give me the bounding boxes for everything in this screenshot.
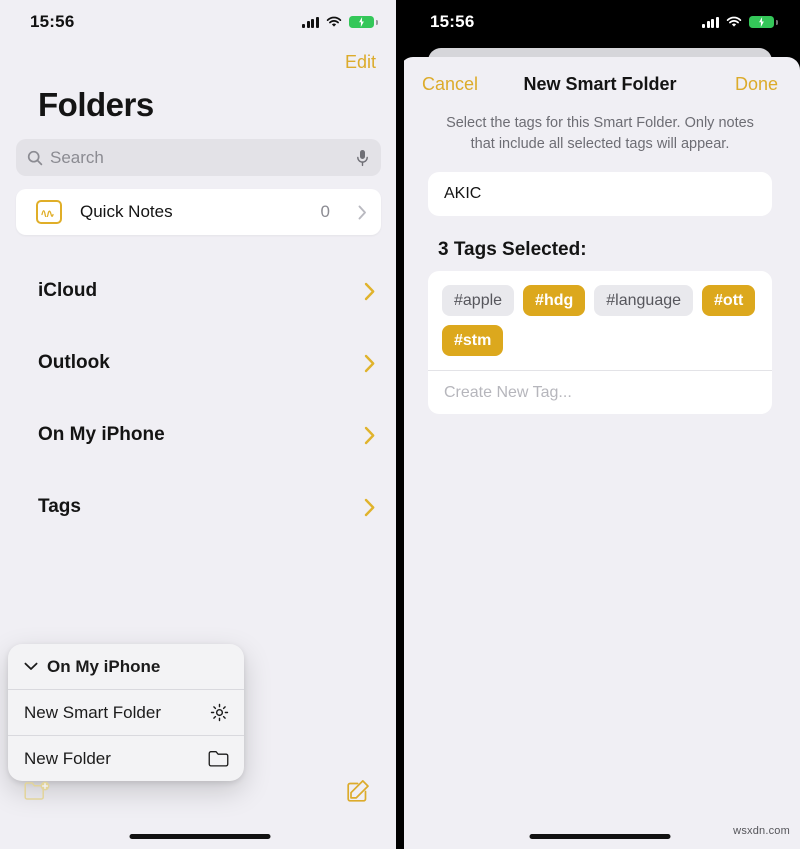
quick-notes-count: 0 (320, 202, 330, 221)
bottom-toolbar-left (0, 769, 400, 813)
battery-charging-icon (349, 16, 378, 28)
tag-chip[interactable]: #language (594, 285, 694, 317)
home-indicator (129, 834, 271, 839)
home-indicator (529, 834, 671, 839)
tag-chip[interactable]: #apple (442, 285, 515, 317)
gear-icon (210, 703, 229, 722)
folder-list: iCloud Outlook On My iPhone Tags (0, 255, 400, 543)
folder-name-value: AKIC (444, 185, 482, 203)
folder-name: Tags (38, 496, 81, 517)
quick-notes-row[interactable]: Quick Notes 0 (16, 189, 381, 235)
right-phone-screen: 15:56 Cancel New Smart Folder Done Selec… (400, 0, 800, 849)
status-icons (702, 16, 778, 28)
status-bar-right: 15:56 (400, 0, 800, 44)
tag-chip[interactable]: #hdg (523, 285, 586, 317)
compose-icon[interactable] (346, 779, 370, 803)
chevron-right-icon (364, 354, 376, 373)
folder-name: On My iPhone (38, 424, 165, 445)
status-time: 15:56 (430, 12, 475, 31)
search-input[interactable]: Search (16, 139, 381, 176)
folder-row-icloud[interactable]: iCloud (0, 255, 400, 327)
page-title: Folders (38, 86, 154, 123)
menu-item-label: New Smart Folder (24, 702, 161, 722)
chevron-right-icon (364, 282, 376, 301)
new-smart-folder-sheet: Cancel New Smart Folder Done Select the … (400, 57, 800, 849)
tag-list: #apple #hdg #language #ott #stm (428, 271, 772, 370)
tag-chip[interactable]: #ott (702, 285, 756, 317)
sheet-title: New Smart Folder (523, 73, 677, 94)
quick-note-icon (36, 200, 62, 224)
dual-screenshot: 15:56 Edit Folders Search Quick Notes 0 … (0, 0, 800, 849)
context-menu-header[interactable]: On My iPhone (8, 644, 244, 689)
signal-bars-icon (302, 16, 319, 28)
folder-name-input[interactable]: AKIC (428, 172, 772, 217)
sheet-header: Cancel New Smart Folder Done (400, 57, 800, 111)
sheet-description: Select the tags for this Smart Folder. O… (446, 115, 754, 152)
menu-item-label: New Folder (24, 748, 111, 768)
wifi-icon (326, 16, 342, 28)
chevron-down-icon (24, 662, 38, 671)
edit-row: Edit (345, 52, 376, 73)
edit-button[interactable]: Edit (345, 52, 376, 72)
folder-name: iCloud (38, 280, 98, 301)
panel-divider (396, 0, 404, 849)
context-menu: On My iPhone New Smart Folder New Folder (8, 644, 244, 781)
menu-item-new-smart-folder[interactable]: New Smart Folder (8, 690, 244, 735)
wifi-icon (726, 16, 742, 28)
quick-notes-label: Quick Notes (80, 202, 173, 221)
folder-row-on-my-iphone[interactable]: On My iPhone (0, 399, 400, 471)
status-time: 15:56 (30, 12, 75, 31)
status-icons (302, 16, 378, 28)
context-menu-header-label: On My iPhone (47, 656, 161, 676)
create-new-tag-placeholder: Create New Tag... (444, 383, 572, 401)
tags-card: #apple #hdg #language #ott #stm Create N… (428, 271, 772, 415)
chevron-right-icon (364, 426, 376, 445)
tags-selected-heading: 3 Tags Selected: (438, 239, 587, 261)
cancel-button[interactable]: Cancel (422, 74, 500, 95)
microphone-icon[interactable] (356, 149, 369, 167)
search-icon (27, 150, 43, 166)
done-button[interactable]: Done (700, 74, 778, 95)
folder-name: Outlook (38, 352, 110, 373)
folder-icon (208, 750, 229, 767)
create-new-tag-input[interactable]: Create New Tag... (428, 371, 772, 414)
chevron-right-icon (358, 205, 367, 220)
battery-charging-icon (749, 16, 778, 28)
chevron-right-icon (364, 498, 376, 517)
left-phone-screen: 15:56 Edit Folders Search Quick Notes 0 … (0, 0, 400, 849)
search-placeholder: Search (50, 147, 104, 167)
status-bar-left: 15:56 (0, 0, 400, 44)
signal-bars-icon (702, 16, 719, 28)
folder-row-outlook[interactable]: Outlook (0, 327, 400, 399)
folder-row-tags[interactable]: Tags (0, 471, 400, 543)
tag-chip[interactable]: #stm (442, 325, 504, 357)
new-folder-icon[interactable] (24, 780, 51, 802)
watermark: wsxdn.com (733, 825, 790, 837)
